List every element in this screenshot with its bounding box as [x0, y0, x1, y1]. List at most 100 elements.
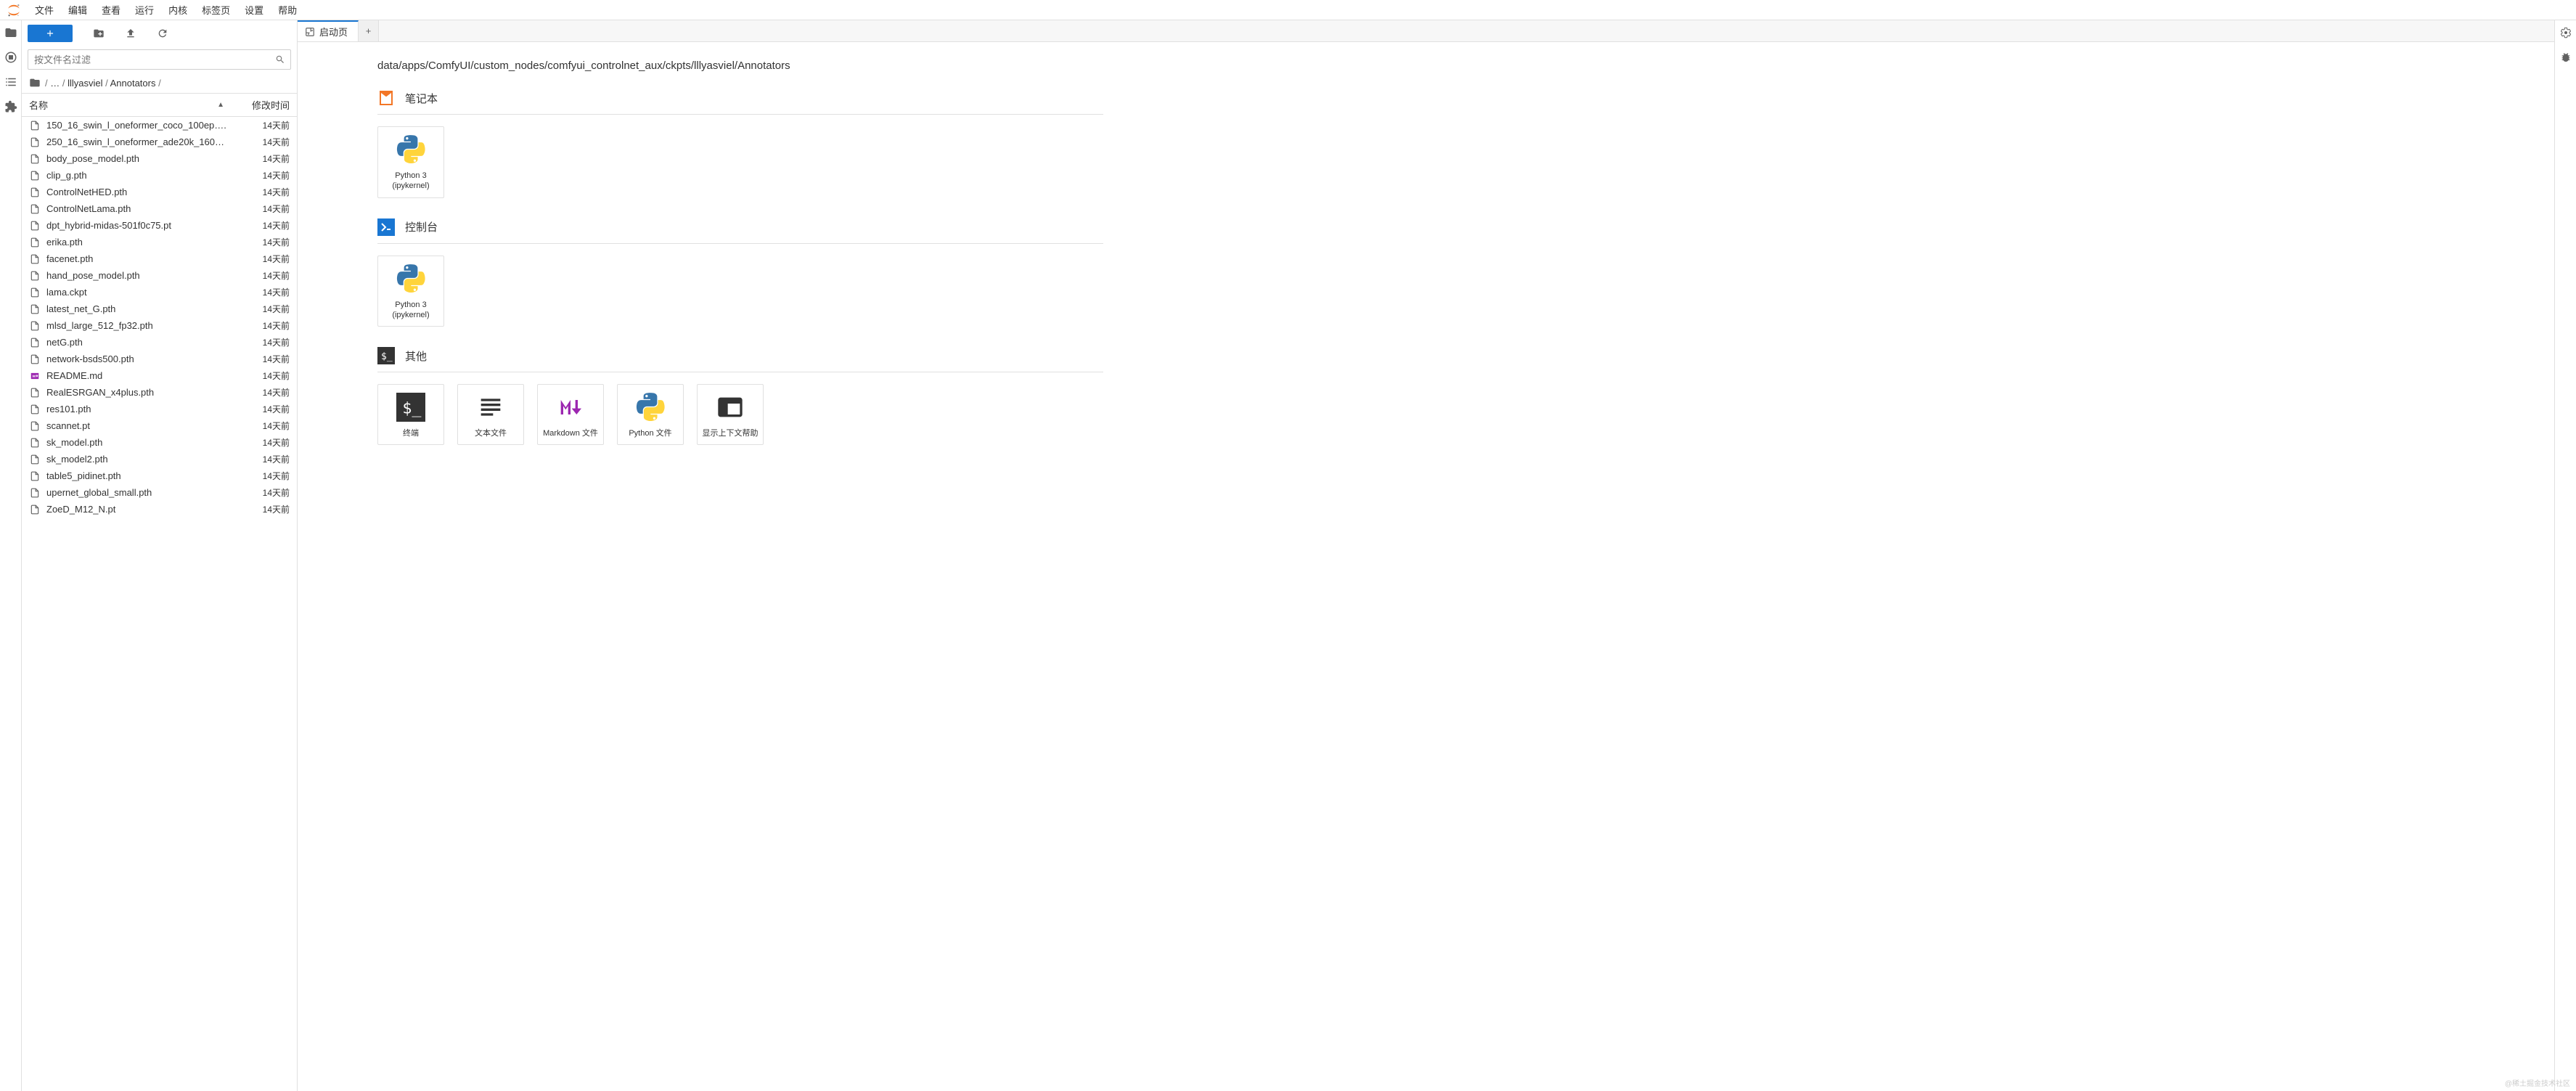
- file-name: clip_g.pth: [46, 170, 239, 181]
- file-list: 150_16_swin_l_oneformer_coco_100ep….14天前…: [22, 117, 297, 1091]
- menu-item[interactable]: 内核: [161, 0, 195, 20]
- file-name: ControlNetHED.pth: [46, 187, 239, 197]
- file-modified: 14天前: [239, 453, 290, 465]
- file-name: res101.pth: [46, 404, 239, 414]
- svg-text:$_: $_: [402, 400, 422, 418]
- upload-icon[interactable]: [125, 28, 136, 39]
- menu-item[interactable]: 文件: [28, 0, 61, 20]
- file-name: 250_16_swin_l_oneformer_ade20k_160…: [46, 136, 239, 147]
- file-row[interactable]: res101.pth14天前: [22, 401, 297, 417]
- file-row[interactable]: network-bsds500.pth14天前: [22, 351, 297, 367]
- other-section-icon: $_: [377, 347, 395, 364]
- card-label: 终端: [403, 428, 419, 438]
- menu-item[interactable]: 运行: [128, 0, 161, 20]
- menu-item[interactable]: 帮助: [271, 0, 304, 20]
- file-modified: 14天前: [239, 470, 290, 482]
- file-icon: [29, 270, 41, 282]
- file-modified: 14天前: [239, 353, 290, 365]
- file-row[interactable]: README.md14天前: [22, 367, 297, 384]
- file-icon: [29, 220, 41, 232]
- file-row[interactable]: hand_pose_model.pth14天前: [22, 267, 297, 284]
- terminal-icon: $_: [396, 392, 426, 422]
- file-modified: 14天前: [239, 219, 290, 232]
- file-name: body_pose_model.pth: [46, 153, 239, 164]
- filter-input[interactable]: [28, 49, 291, 70]
- launcher-card[interactable]: 文本文件: [457, 384, 524, 445]
- file-row[interactable]: lama.ckpt14天前: [22, 284, 297, 301]
- header-modified[interactable]: 修改时间: [232, 94, 297, 116]
- file-row[interactable]: ControlNetLama.pth14天前: [22, 200, 297, 217]
- add-tab-button[interactable]: +: [359, 20, 379, 41]
- file-name: network-bsds500.pth: [46, 354, 239, 364]
- file-row[interactable]: netG.pth14天前: [22, 334, 297, 351]
- file-row[interactable]: sk_model.pth14天前: [22, 434, 297, 451]
- file-icon: [29, 203, 41, 215]
- right-sidebar: [2554, 20, 2576, 1091]
- svg-text:$_: $_: [381, 351, 393, 362]
- file-row[interactable]: mlsd_large_512_fp32.pth14天前: [22, 317, 297, 334]
- file-name: sk_model.pth: [46, 437, 239, 448]
- menu-item[interactable]: 查看: [94, 0, 128, 20]
- file-row[interactable]: ZoeD_M12_N.pt14天前: [22, 501, 297, 518]
- breadcrumb-item[interactable]: lllyasviel: [68, 78, 102, 89]
- extensions-icon[interactable]: [4, 100, 17, 113]
- file-modified: 14天前: [239, 386, 290, 399]
- card-label: Python 文件: [629, 428, 671, 438]
- menu-item[interactable]: 标签页: [195, 0, 237, 20]
- launcher-card[interactable]: $_ 终端: [377, 384, 444, 445]
- launcher-card[interactable]: 显示上下文帮助: [697, 384, 764, 445]
- launcher-card[interactable]: Python 文件: [617, 384, 684, 445]
- main-content: 启动页 + data/apps/ComfyUI/custom_nodes/com…: [298, 20, 2554, 1091]
- folder-icon[interactable]: [29, 77, 41, 89]
- file-name: upernet_global_small.pth: [46, 487, 239, 498]
- header-name[interactable]: 名称▲: [22, 94, 232, 116]
- launcher-card[interactable]: Python 3(ipykernel): [377, 256, 444, 327]
- file-row[interactable]: scannet.pt14天前: [22, 417, 297, 434]
- file-name: erika.pth: [46, 237, 239, 248]
- launcher-path: data/apps/ComfyUI/custom_nodes/comfyui_c…: [377, 60, 1103, 72]
- menu-item[interactable]: 设置: [237, 0, 271, 20]
- search-icon: [275, 54, 285, 65]
- file-icon: [29, 504, 41, 515]
- file-row[interactable]: 150_16_swin_l_oneformer_coco_100ep….14天前: [22, 117, 297, 134]
- file-icon: [29, 337, 41, 348]
- file-row[interactable]: ControlNetHED.pth14天前: [22, 184, 297, 200]
- file-row[interactable]: body_pose_model.pth14天前: [22, 150, 297, 167]
- file-row[interactable]: clip_g.pth14天前: [22, 167, 297, 184]
- file-name: sk_model2.pth: [46, 454, 239, 465]
- debugger-icon[interactable]: [2559, 51, 2572, 64]
- file-modified: 14天前: [239, 503, 290, 515]
- new-folder-icon[interactable]: [93, 28, 105, 39]
- file-row[interactable]: dpt_hybrid-midas-501f0c75.pt14天前: [22, 217, 297, 234]
- refresh-icon[interactable]: [157, 28, 168, 39]
- launcher-card[interactable]: Python 3(ipykernel): [377, 126, 444, 198]
- file-row[interactable]: RealESRGAN_x4plus.pth14天前: [22, 384, 297, 401]
- file-row[interactable]: 250_16_swin_l_oneformer_ade20k_160…14天前: [22, 134, 297, 150]
- help-icon: [715, 392, 745, 422]
- breadcrumb-item[interactable]: Annotators: [110, 78, 156, 89]
- file-icon: [29, 404, 41, 415]
- running-icon[interactable]: [4, 51, 17, 64]
- file-row[interactable]: table5_pidinet.pth14天前: [22, 467, 297, 484]
- file-row[interactable]: facenet.pth14天前: [22, 250, 297, 267]
- file-row[interactable]: latest_net_G.pth14天前: [22, 301, 297, 317]
- file-row[interactable]: upernet_global_small.pth14天前: [22, 484, 297, 501]
- file-icon: [29, 303, 41, 315]
- breadcrumb-item[interactable]: …: [50, 78, 60, 89]
- menu-item[interactable]: 编辑: [61, 0, 94, 20]
- file-name: ControlNetLama.pth: [46, 203, 239, 214]
- launcher: data/apps/ComfyUI/custom_nodes/comfyui_c…: [298, 42, 2554, 1091]
- tab-launcher[interactable]: 启动页: [298, 20, 359, 41]
- new-launcher-button[interactable]: [28, 25, 73, 42]
- file-row[interactable]: erika.pth14天前: [22, 234, 297, 250]
- file-modified: 14天前: [239, 336, 290, 348]
- section-title: 其他: [405, 348, 427, 364]
- section-other: $_ 其他 $_ 终端 文本文件 Markdown 文件 Python 文件 显示上下文帮…: [377, 347, 1103, 445]
- card-label: 文本文件: [475, 428, 507, 438]
- property-inspector-icon[interactable]: [2559, 26, 2572, 39]
- file-row[interactable]: sk_model2.pth14天前: [22, 451, 297, 467]
- section-console: 控制台 Python 3(ipykernel): [377, 218, 1103, 327]
- launcher-card[interactable]: Markdown 文件: [537, 384, 604, 445]
- folder-icon[interactable]: [4, 26, 17, 39]
- toc-icon[interactable]: [4, 75, 17, 89]
